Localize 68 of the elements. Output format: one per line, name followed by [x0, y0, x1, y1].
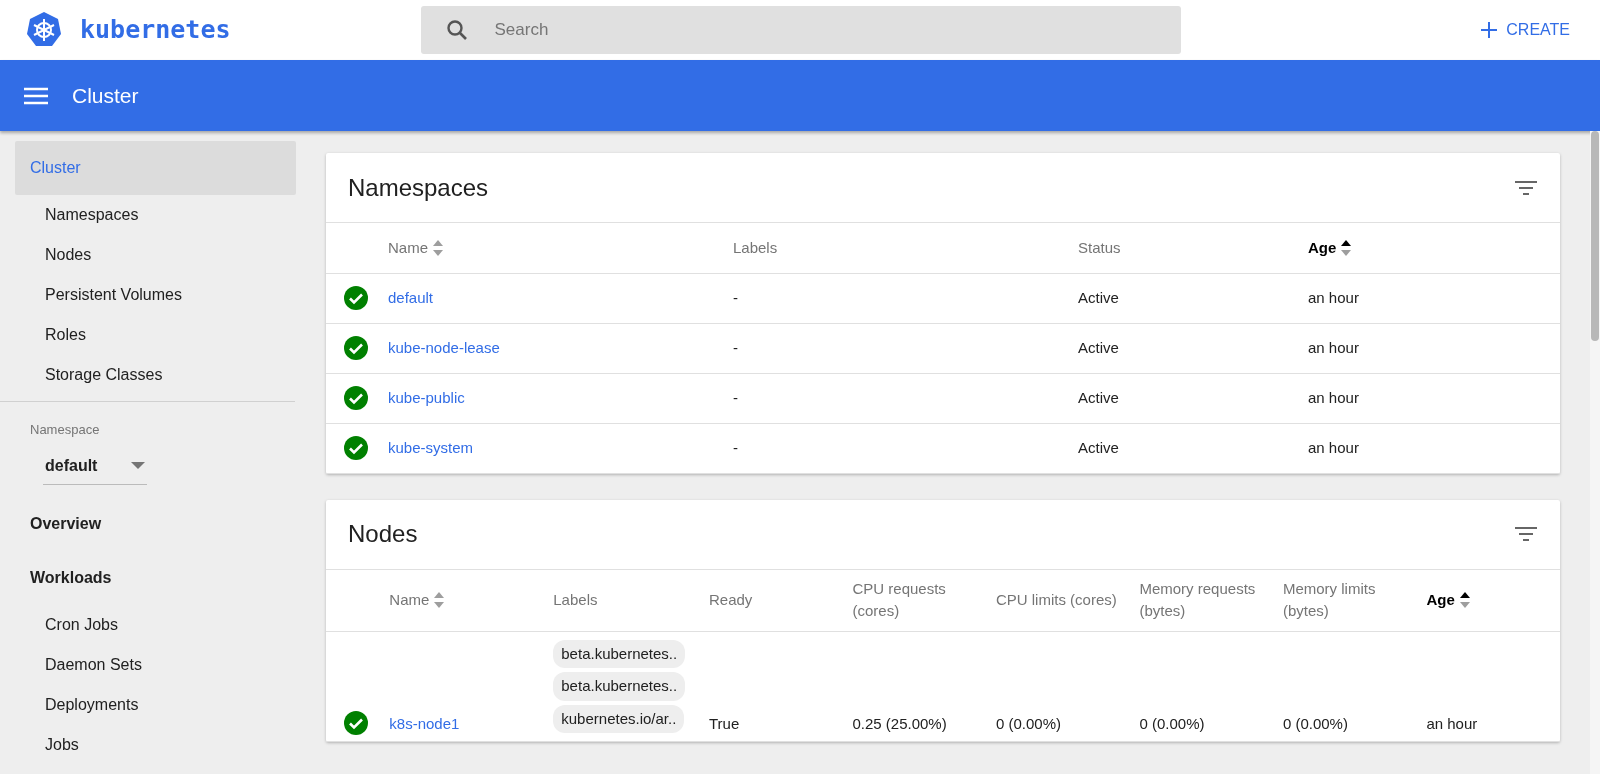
label-chip: beta.kubernetes..: [553, 672, 686, 701]
table-cell: Active: [1078, 388, 1119, 406]
table-cell: 0.25 (25.00%): [852, 714, 947, 732]
table-cell: an hour: [1426, 714, 1478, 732]
namespace-select[interactable]: default: [43, 447, 147, 485]
column-header[interactable]: Name: [388, 236, 428, 259]
resource-link[interactable]: k8s-node1: [389, 714, 460, 732]
column-header: Labels: [553, 589, 598, 610]
card-title: Nodes: [348, 519, 418, 549]
label-chip: beta.kubernetes..: [553, 639, 686, 668]
table-cell: an hour: [1308, 388, 1359, 406]
column-header: Memory requests (bytes): [1139, 578, 1257, 621]
page-title: Cluster: [72, 82, 139, 109]
table-cell: -: [733, 388, 738, 406]
sidebar-item[interactable]: Namespaces: [15, 195, 296, 235]
search-input[interactable]: Search: [492, 16, 1157, 44]
sidebar-item[interactable]: Daemon Sets: [15, 644, 296, 685]
resource-link[interactable]: kube-system: [388, 438, 474, 456]
table-cell: an hour: [1308, 438, 1359, 456]
table-cell: 0 (0.00%): [995, 714, 1061, 732]
column-header[interactable]: Name: [389, 588, 430, 612]
column-header[interactable]: Age: [1308, 236, 1337, 259]
table-cell: -: [733, 438, 738, 456]
table-cell: Active: [1078, 338, 1119, 356]
filter-icon[interactable]: [1514, 526, 1538, 542]
sort-icon[interactable]: [1458, 591, 1471, 609]
table-cell: an hour: [1308, 338, 1359, 356]
table-cell: 0 (0.00%): [1282, 714, 1348, 732]
sidebar-item[interactable]: Persistent Volumes: [15, 275, 296, 315]
table-cell: True: [709, 714, 740, 732]
column-header: Memory limits (bytes): [1282, 578, 1377, 621]
resource-link[interactable]: default: [388, 288, 434, 306]
logo-text: kubernetes: [80, 14, 231, 47]
table-cell: Active: [1078, 288, 1119, 306]
column-header: Ready: [709, 589, 753, 610]
column-header: CPU requests (cores): [852, 578, 947, 621]
sidebar-item[interactable]: Cluster: [15, 141, 296, 195]
namespace-label: Namespace: [29, 421, 101, 439]
table-cell: Active: [1078, 438, 1119, 456]
card-title: Namespaces: [348, 172, 489, 203]
sidebar-item[interactable]: Cron Jobs: [15, 604, 296, 645]
sidebar-item[interactable]: Jobs: [15, 724, 296, 765]
column-header: CPU limits (cores): [995, 589, 1117, 610]
sidebar-item[interactable]: Storage Classes: [15, 355, 296, 395]
create-button[interactable]: CREATE: [1474, 17, 1576, 43]
resource-link[interactable]: kube-public: [388, 388, 465, 406]
sort-icon[interactable]: [1340, 238, 1353, 257]
column-header: Status: [1078, 237, 1121, 258]
table-cell: an hour: [1308, 288, 1359, 306]
sidebar-item[interactable]: Deployments: [15, 684, 296, 725]
search-icon: [444, 18, 469, 42]
sidebar-item[interactable]: Nodes: [15, 235, 296, 275]
column-header[interactable]: Age: [1426, 588, 1455, 612]
table-cell: -: [733, 288, 738, 306]
sidebar-item[interactable]: Overview: [15, 496, 296, 551]
sidebar-item[interactable]: Workloads: [15, 550, 296, 605]
sidebar-item[interactable]: Roles: [15, 315, 296, 355]
menu-icon[interactable]: [24, 86, 48, 105]
table-cell: 0 (0.00%): [1139, 714, 1205, 732]
table-cell: -: [733, 338, 738, 356]
caret-icon: [131, 461, 145, 470]
search-field[interactable]: Search: [420, 6, 1181, 54]
column-header: Labels: [733, 237, 778, 258]
label-chip: kubernetes.io/ar..: [553, 704, 685, 733]
filter-icon[interactable]: [1514, 179, 1538, 196]
plus-icon: [1480, 21, 1499, 39]
scrollbar-thumb[interactable]: [1591, 131, 1599, 341]
resource-link[interactable]: kube-node-lease: [388, 338, 500, 356]
